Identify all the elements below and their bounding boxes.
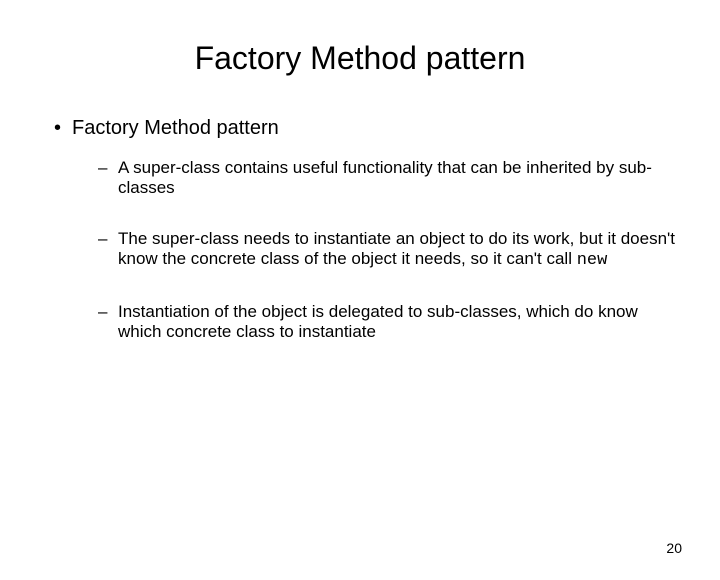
dash-symbol: –	[98, 302, 118, 343]
bullet-level1: •Factory Method pattern	[54, 117, 680, 140]
dash-symbol: –	[98, 229, 118, 272]
bullet-level2: – A super-class contains useful function…	[98, 158, 680, 199]
bullet-level2: – The super-class needs to instantiate a…	[98, 229, 680, 272]
dash-symbol: –	[98, 158, 118, 199]
sub-bullet-text: A super-class contains useful functional…	[118, 158, 680, 199]
sub-bullet-text: Instantiation of the object is delegated…	[118, 302, 680, 343]
sub-bullet-text: The super-class needs to instantiate an …	[118, 229, 680, 272]
bullet-symbol: •	[54, 117, 72, 140]
slide-title: Factory Method pattern	[0, 40, 720, 77]
bullet-level2: – Instantiation of the object is delegat…	[98, 302, 680, 343]
page-number: 20	[666, 540, 682, 556]
slide-content: •Factory Method pattern – A super-class …	[0, 117, 720, 342]
code-keyword: new	[577, 251, 608, 270]
bullet-text: Factory Method pattern	[72, 117, 279, 140]
